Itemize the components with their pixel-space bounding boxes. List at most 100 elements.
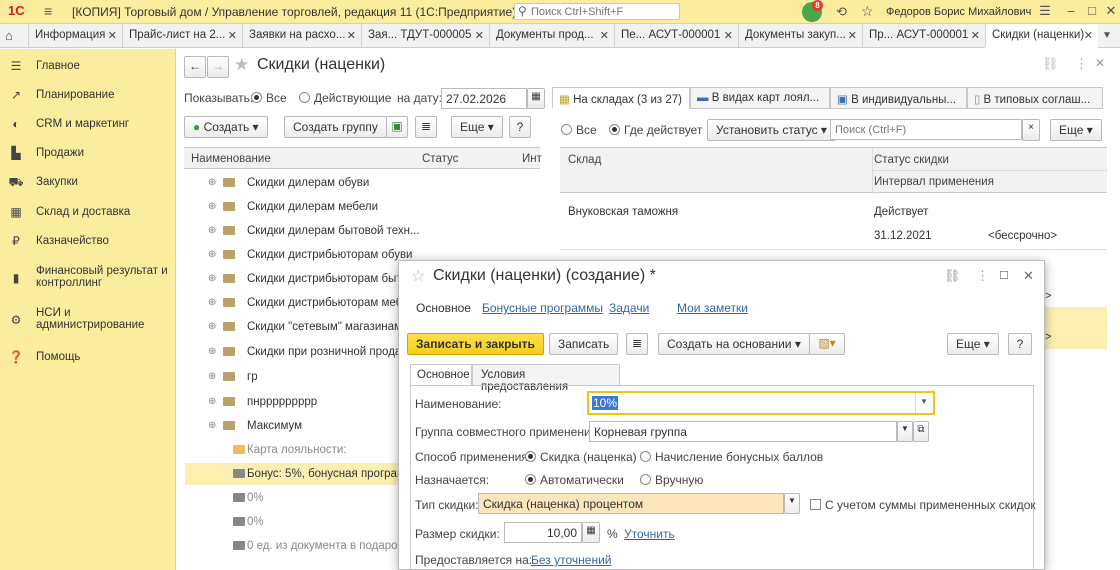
save-button[interactable]: Записать (549, 333, 619, 355)
filter-all-radio[interactable]: Все (251, 91, 287, 105)
report-icon[interactable]: ≣ (626, 333, 648, 355)
global-search-input[interactable] (531, 5, 677, 19)
global-search[interactable]: ⚲ (514, 3, 680, 20)
sidebar-item-main[interactable]: ☰ Главное (0, 53, 176, 81)
list-item[interactable]: ⊕ Скидки дилерам бытовой техн... (185, 220, 541, 242)
tab-expense-requests[interactable]: Заявки на расхо... ✕ (242, 24, 361, 48)
sidebar-item-crm[interactable]: ◐ CRM и маркетинг (0, 111, 176, 139)
tab-typical-agreements[interactable]: ▯ В типовых соглаш... (967, 87, 1103, 109)
right-search-input[interactable] (830, 119, 1022, 140)
tab-information[interactable]: Информация ✕ (28, 24, 122, 48)
method-bonus-radio[interactable]: Начисление бонусных баллов (640, 450, 823, 464)
nav-tasks[interactable]: Задачи (609, 301, 649, 315)
history-icon[interactable]: ⟲ (836, 4, 847, 20)
sidebar-item-sales[interactable]: ▙ Продажи (0, 140, 176, 168)
more-actions-icon[interactable]: ⋮ (1075, 56, 1088, 72)
col-discount-status[interactable]: Статус скидки (874, 154, 949, 166)
favorite-star-icon[interactable]: ★ (234, 55, 249, 75)
date-cell[interactable]: 31.12.2021 (874, 230, 932, 242)
col-status[interactable]: Статус (422, 153, 458, 165)
col-name[interactable]: Наименование (191, 153, 271, 165)
consider-applied-checkbox[interactable]: С учетом суммы примененных скидок (810, 498, 1036, 512)
interval-cell[interactable]: <бессрочно> (988, 230, 1057, 242)
right-all-radio[interactable]: Все (561, 123, 597, 137)
close-tab-icon[interactable]: ✕ (1084, 29, 1093, 42)
sidebar-item-purchases[interactable]: ⛟ Закупки (0, 169, 176, 197)
sidebar-item-warehouse[interactable]: ▦ Склад и доставка (0, 199, 176, 227)
col-interval[interactable]: Инт (522, 153, 542, 165)
method-discount-radio[interactable]: Скидка (наценка) (525, 450, 637, 464)
dropdown-icon[interactable]: ▼ (920, 397, 928, 406)
col-interval-apply[interactable]: Интервал применения (874, 176, 994, 188)
tab-dialog-conditions[interactable]: Условия предоставления (472, 364, 620, 393)
nav-bonus-programs[interactable]: Бонусные программы (482, 301, 603, 315)
group-open-icon[interactable]: ⧉ (913, 421, 929, 442)
current-user[interactable]: Федоров Борис Михайлович (886, 6, 1031, 18)
create-button[interactable]: ● Создать ▾ (184, 116, 268, 138)
type-input[interactable] (478, 493, 784, 514)
list-item[interactable]: ⊕ Скидки дилерам обуви (185, 172, 541, 194)
attach-icon[interactable]: ▧▾ (809, 333, 845, 355)
filter-active-radio[interactable]: Действующие (299, 91, 391, 105)
assign-auto-radio[interactable]: Автоматически (525, 473, 624, 487)
more-button[interactable]: Еще ▾ (451, 116, 503, 138)
warehouse-cell[interactable]: Внуковская таможня (568, 206, 678, 218)
minimize-icon[interactable]: – (1060, 3, 1082, 21)
tab-dialog-main[interactable]: Основное (410, 364, 472, 386)
settings-menu-icon[interactable]: ☰ (1034, 3, 1056, 21)
favorites-star-icon[interactable]: ☆ (861, 3, 874, 20)
close-tab-icon[interactable]: ✕ (475, 29, 484, 42)
close-window-icon[interactable]: ✕ (1100, 3, 1120, 21)
home-icon[interactable]: ⌂ (5, 28, 13, 43)
group-dropdown-icon[interactable]: ▼ (897, 421, 913, 442)
size-input[interactable] (504, 522, 582, 543)
date-input[interactable] (441, 88, 527, 109)
create-group-button[interactable]: Создать группу (284, 116, 387, 138)
right-more-button[interactable]: Еще ▾ (1050, 119, 1102, 141)
excel-icon[interactable]: ▣ (386, 116, 408, 138)
provided-link[interactable]: Без уточнений (531, 553, 611, 567)
set-status-button[interactable]: Установить статус ▾ (707, 119, 836, 141)
tab-purchase-documents[interactable]: Документы закуп... ✕ (738, 24, 862, 48)
sidebar-item-help[interactable]: ❓ Помощь (0, 344, 176, 372)
close-tab-icon[interactable]: ✕ (600, 29, 609, 42)
sidebar-item-finance[interactable]: ▮ Финансовый результат и контроллинг (0, 261, 176, 295)
tab-discounts[interactable]: Скидки (наценки) ✕ (985, 24, 1098, 48)
close-tab-icon[interactable]: ✕ (724, 29, 733, 42)
name-field[interactable]: 10% ▼ (587, 391, 935, 415)
tab-asut-1[interactable]: Пе... АСУТ-000001 ✕ (614, 24, 738, 48)
calculator-icon[interactable]: ▦ (582, 522, 600, 543)
col-warehouse[interactable]: Склад (568, 154, 601, 166)
assign-manual-radio[interactable]: Вручную (640, 473, 703, 487)
dialog-help-button[interactable]: ? (1008, 333, 1032, 355)
dialog-star-icon[interactable]: ☆ (411, 266, 425, 286)
create-based-on-button[interactable]: Создать на основании ▾ (658, 333, 810, 355)
hamburger-menu-icon[interactable]: ≡ (44, 3, 52, 19)
list-item[interactable]: ⊕ Скидки дилерам мебели (185, 196, 541, 218)
dialog-more-button[interactable]: Еще ▾ (947, 333, 999, 355)
help-button[interactable]: ? (509, 116, 531, 138)
nav-main[interactable]: Основное (416, 301, 471, 315)
clear-search-icon[interactable]: × (1022, 119, 1040, 141)
refine-link[interactable]: Уточнить (624, 527, 675, 541)
tab-loyalty-cards[interactable]: ▬ В видах карт лоял... (690, 87, 830, 109)
sidebar-item-treasury[interactable]: ₽ Казначейство (0, 228, 176, 256)
save-and-close-button[interactable]: Записать и закрыть (407, 333, 544, 355)
status-cell[interactable]: Действует (874, 206, 928, 218)
nav-my-notes[interactable]: Мои заметки (677, 301, 748, 315)
close-tab-icon[interactable]: ✕ (971, 29, 980, 42)
close-tab-icon[interactable]: ✕ (228, 29, 237, 42)
sidebar-item-planning[interactable]: ↗ Планирование (0, 82, 176, 110)
tab-sales-documents[interactable]: Документы прод... ✕ (489, 24, 614, 48)
close-tab-icon[interactable]: ✕ (848, 29, 857, 42)
group-input[interactable] (589, 421, 897, 442)
forward-arrow-icon[interactable]: → (207, 56, 229, 78)
tabs-more-chevron-icon[interactable]: ▼ (1102, 30, 1112, 41)
link-icon[interactable]: ⛓ (1042, 56, 1059, 72)
tab-individual[interactable]: ▣ В индивидуальны... (830, 87, 967, 109)
tab-price-list[interactable]: Прайс-лист на 2... ✕ (122, 24, 242, 48)
close-form-icon[interactable]: ✕ (1095, 56, 1105, 70)
tab-request-tdut[interactable]: Зая... ТДУТ-000005 ✕ (361, 24, 489, 48)
right-where-radio[interactable]: Где действует (609, 123, 702, 137)
back-arrow-icon[interactable]: ← (184, 56, 206, 78)
